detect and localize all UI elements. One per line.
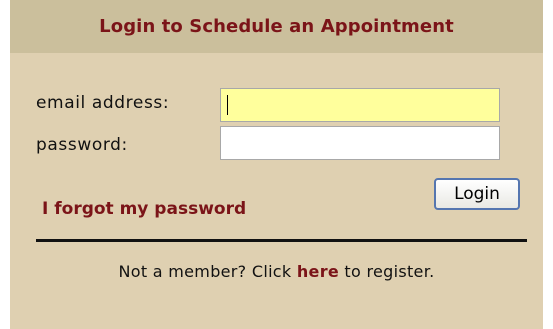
register-suffix: to register. <box>339 262 435 281</box>
email-field[interactable] <box>220 88 500 122</box>
login-panel: Login to Schedule an Appointment email a… <box>10 0 543 329</box>
divider <box>36 239 527 242</box>
register-prompt: Not a member? Click here to register. <box>10 262 543 281</box>
register-link[interactable]: here <box>297 262 339 281</box>
forgot-password-link[interactable]: I forgot my password <box>42 199 246 219</box>
register-prefix: Not a member? Click <box>118 262 297 281</box>
password-label: password: <box>36 135 128 155</box>
login-button[interactable]: Login <box>434 178 520 210</box>
panel-header: Login to Schedule an Appointment <box>10 0 543 53</box>
panel-title: Login to Schedule an Appointment <box>99 16 454 37</box>
email-label: email address: <box>36 93 170 113</box>
text-caret <box>227 95 228 115</box>
password-field[interactable] <box>220 126 500 160</box>
